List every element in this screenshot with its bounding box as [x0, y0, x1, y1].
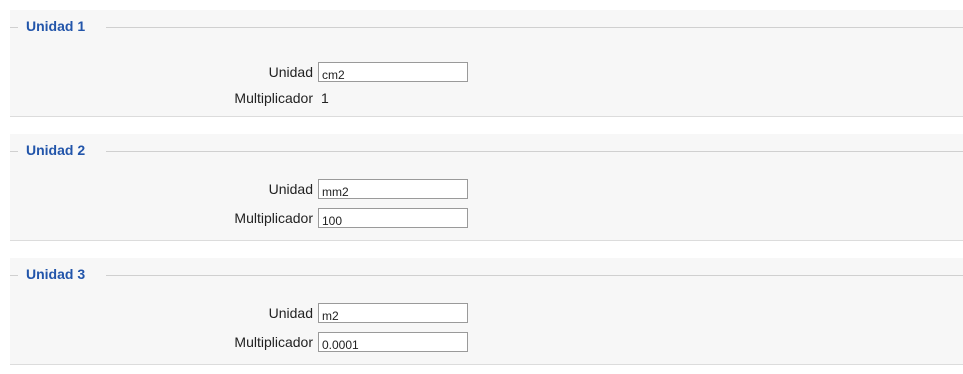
section-legend: Unidad 3 [26, 266, 92, 282]
multiplier-row: Multiplicador 1 [10, 88, 963, 110]
unit-row: Unidad [10, 62, 963, 84]
multiplier-label: Multiplicador [234, 210, 313, 226]
multiplier-row: Multiplicador [10, 208, 963, 230]
section-legend: Unidad 2 [26, 142, 92, 158]
legend-row: Unidad 3 [10, 258, 963, 282]
unit-label: Unidad [268, 305, 313, 321]
multiplier-label: Multiplicador [234, 334, 313, 350]
legend-row: Unidad 2 [10, 134, 963, 158]
multiplier-row: Multiplicador [10, 332, 963, 354]
legend-divider-right [106, 275, 963, 276]
legend-divider-left [10, 27, 18, 28]
legend-divider-right [106, 151, 963, 152]
multiplier-value: 1 [321, 90, 329, 106]
unit-input[interactable] [318, 62, 468, 82]
unit-section-3: Unidad 3 Unidad Multiplicador [10, 258, 963, 365]
multiplier-label: Multiplicador [234, 90, 313, 106]
multiplier-input[interactable] [318, 208, 468, 228]
unit-row: Unidad [10, 179, 963, 201]
unit-input[interactable] [318, 303, 468, 323]
unit-label: Unidad [268, 181, 313, 197]
legend-divider-left [10, 151, 18, 152]
section-legend: Unidad 1 [26, 18, 92, 34]
unit-section-2: Unidad 2 Unidad Multiplicador [10, 134, 963, 241]
legend-divider-left [10, 275, 18, 276]
unit-input[interactable] [318, 179, 468, 199]
unit-row: Unidad [10, 303, 963, 325]
legend-divider-right [106, 27, 963, 28]
unit-section-1: Unidad 1 Unidad Multiplicador 1 [10, 10, 963, 117]
legend-row: Unidad 1 [10, 10, 963, 34]
unit-label: Unidad [268, 64, 313, 80]
multiplier-input[interactable] [318, 332, 468, 352]
